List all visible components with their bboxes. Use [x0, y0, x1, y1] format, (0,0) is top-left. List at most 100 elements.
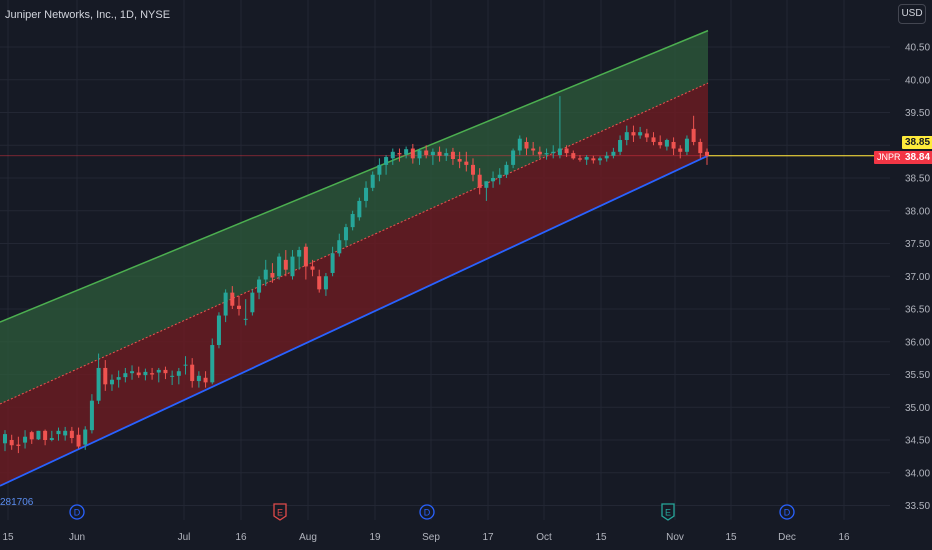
earnings-marker[interactable]: E — [661, 503, 675, 521]
candle-body[interactable] — [257, 279, 262, 293]
candle-body[interactable] — [183, 364, 188, 366]
candle-body[interactable] — [343, 227, 348, 241]
candle-body[interactable] — [464, 161, 469, 165]
candle-body[interactable] — [364, 187, 369, 201]
candle-body[interactable] — [317, 276, 322, 290]
candle-body[interactable] — [450, 151, 455, 160]
candle-body[interactable] — [63, 430, 68, 436]
candle-body[interactable] — [497, 174, 502, 178]
candle-body[interactable] — [544, 153, 549, 155]
candle-body[interactable] — [457, 159, 462, 162]
candle-body[interactable] — [103, 367, 108, 385]
candle-body[interactable] — [437, 151, 442, 156]
candle-body[interactable] — [136, 372, 141, 376]
candle-body[interactable] — [551, 151, 556, 154]
candle-body[interactable] — [484, 181, 489, 188]
candle-body[interactable] — [176, 371, 181, 376]
earnings-marker[interactable]: E — [273, 503, 287, 521]
candle-body[interactable] — [598, 158, 603, 161]
candle-body[interactable] — [123, 373, 128, 378]
candle-body[interactable] — [424, 150, 429, 156]
candle-body[interactable] — [143, 371, 148, 376]
candle-body[interactable] — [557, 148, 562, 156]
candle-body[interactable] — [170, 375, 175, 377]
candle-body[interactable] — [29, 432, 34, 440]
candle-body[interactable] — [658, 141, 663, 146]
candle-body[interactable] — [591, 158, 596, 161]
candle-body[interactable] — [16, 444, 21, 446]
candle-body[interactable] — [89, 400, 94, 431]
candle-body[interactable] — [357, 200, 362, 218]
candle-body[interactable] — [444, 153, 449, 156]
candle-body[interactable] — [517, 138, 522, 151]
candle-body[interactable] — [698, 141, 703, 154]
candle-body[interactable] — [150, 373, 155, 375]
candle-body[interactable] — [537, 151, 542, 155]
candle-body[interactable] — [704, 151, 710, 156]
candle-body[interactable] — [611, 151, 616, 156]
time-axis[interactable]: 15 Jun Jul 16 Aug 19 Sep 17 Oct 15 Nov 15 Dec 16 — [2, 532, 850, 543]
candle-body[interactable] — [671, 141, 676, 149]
candle-body[interactable] — [210, 345, 215, 383]
candle-body[interactable] — [564, 148, 569, 154]
candle-body[interactable] — [163, 369, 168, 374]
candle-body[interactable] — [504, 164, 509, 175]
candle-body[interactable] — [350, 214, 355, 228]
candle-body[interactable] — [323, 276, 328, 290]
candle-body[interactable] — [491, 178, 496, 182]
candle-body[interactable] — [283, 259, 288, 270]
candle-body[interactable] — [277, 256, 282, 277]
candle-body[interactable] — [524, 141, 529, 149]
candle-body[interactable] — [470, 164, 476, 175]
dividend-marker[interactable]: D — [69, 504, 85, 520]
candle-body[interactable] — [664, 140, 669, 147]
candle-body[interactable] — [230, 292, 235, 306]
candle-body[interactable] — [290, 256, 295, 277]
candle-body[interactable] — [410, 148, 415, 159]
candle-body[interactable] — [404, 149, 409, 155]
candle-body[interactable] — [56, 430, 61, 435]
candle-body[interactable] — [477, 174, 482, 188]
candle-body[interactable] — [49, 438, 54, 440]
candle-body[interactable] — [584, 157, 589, 160]
candle-body[interactable] — [691, 128, 696, 142]
candle-body[interactable] — [577, 158, 582, 160]
candle-body[interactable] — [130, 371, 135, 374]
candle-body[interactable] — [384, 157, 389, 165]
candle-body[interactable] — [618, 140, 623, 152]
candle-body[interactable] — [156, 369, 161, 373]
candle-body[interactable] — [36, 430, 41, 440]
candle-body[interactable] — [531, 148, 536, 151]
candle-body[interactable] — [430, 151, 435, 156]
event-markers[interactable]: DEDED — [69, 503, 795, 521]
candle-body[interactable] — [83, 429, 88, 445]
candle-body[interactable] — [303, 246, 308, 267]
candle-body[interactable] — [604, 155, 609, 159]
currency-button[interactable]: USD — [898, 4, 926, 24]
candle-body[interactable] — [216, 315, 221, 346]
candle-body[interactable] — [190, 364, 195, 382]
candle-body[interactable] — [297, 250, 302, 257]
candle-body[interactable] — [250, 292, 255, 313]
candle-body[interactable] — [417, 150, 422, 159]
candle-body[interactable] — [2, 434, 8, 444]
candle-body[interactable] — [23, 436, 28, 443]
candle-body[interactable] — [511, 150, 516, 165]
candle-body[interactable] — [651, 137, 656, 142]
dividend-marker[interactable]: D — [779, 504, 795, 520]
candle-body[interactable] — [678, 148, 683, 152]
dividend-marker[interactable]: D — [419, 504, 435, 520]
candle-body[interactable] — [270, 272, 275, 278]
candle-body[interactable] — [263, 269, 268, 280]
candle-body[interactable] — [236, 305, 242, 309]
candle-body[interactable] — [684, 138, 689, 152]
candle-body[interactable] — [223, 292, 228, 316]
candle-body[interactable] — [243, 318, 248, 320]
candle-body[interactable] — [330, 253, 335, 273]
candle-body[interactable] — [624, 132, 629, 141]
candle-body[interactable] — [377, 164, 382, 175]
candle-body[interactable] — [116, 377, 121, 380]
candle-body[interactable] — [638, 132, 643, 136]
candle-body[interactable] — [571, 153, 576, 159]
candle-body[interactable] — [9, 440, 14, 446]
